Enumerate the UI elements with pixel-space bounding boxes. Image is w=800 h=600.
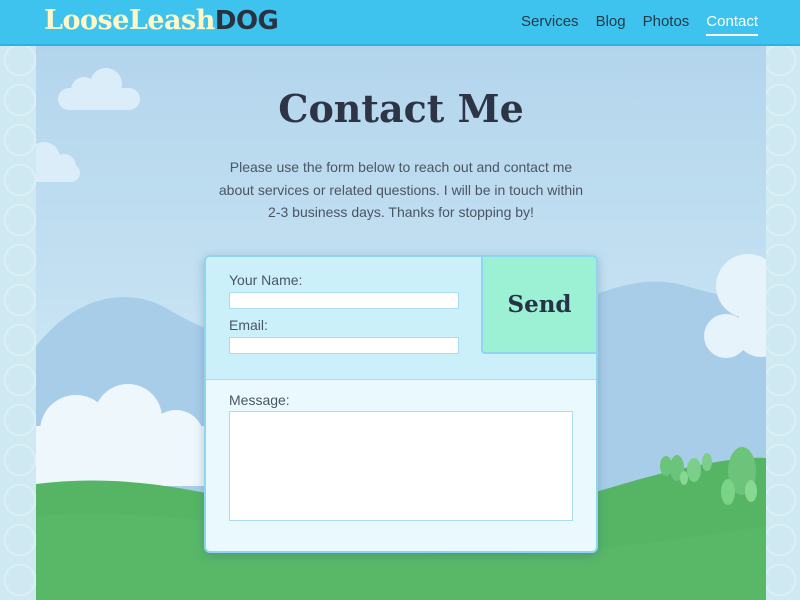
- main-nav: Services Blog Photos Contact: [521, 13, 758, 36]
- contact-section: Contact Me Please use the form below to …: [36, 46, 766, 600]
- contact-form: Your Name: Email: Send Message:: [204, 255, 598, 553]
- intro-text: Please use the form below to reach out a…: [218, 159, 584, 220]
- send-button[interactable]: Send: [481, 257, 596, 354]
- name-label: Your Name:: [229, 272, 303, 288]
- nav-link-contact[interactable]: Contact: [706, 13, 758, 36]
- logo-text-main: LooseLeash: [44, 5, 215, 36]
- logo-text-accent: DOG: [214, 6, 279, 36]
- email-input[interactable]: [229, 337, 459, 354]
- site-header: LooseLeash DOG Services Blog Photos Cont…: [0, 0, 800, 46]
- email-label: Email:: [229, 317, 268, 333]
- message-label: Message:: [229, 392, 290, 408]
- nav-link-services[interactable]: Services: [521, 13, 579, 36]
- nav-link-photos[interactable]: Photos: [643, 13, 690, 36]
- cloud-left: [36, 142, 80, 182]
- site-logo[interactable]: LooseLeash DOG: [44, 5, 279, 41]
- name-input[interactable]: [229, 292, 459, 309]
- nav-link-blog[interactable]: Blog: [596, 13, 626, 36]
- page-title: Contact Me: [278, 86, 524, 131]
- message-textarea[interactable]: [229, 411, 573, 521]
